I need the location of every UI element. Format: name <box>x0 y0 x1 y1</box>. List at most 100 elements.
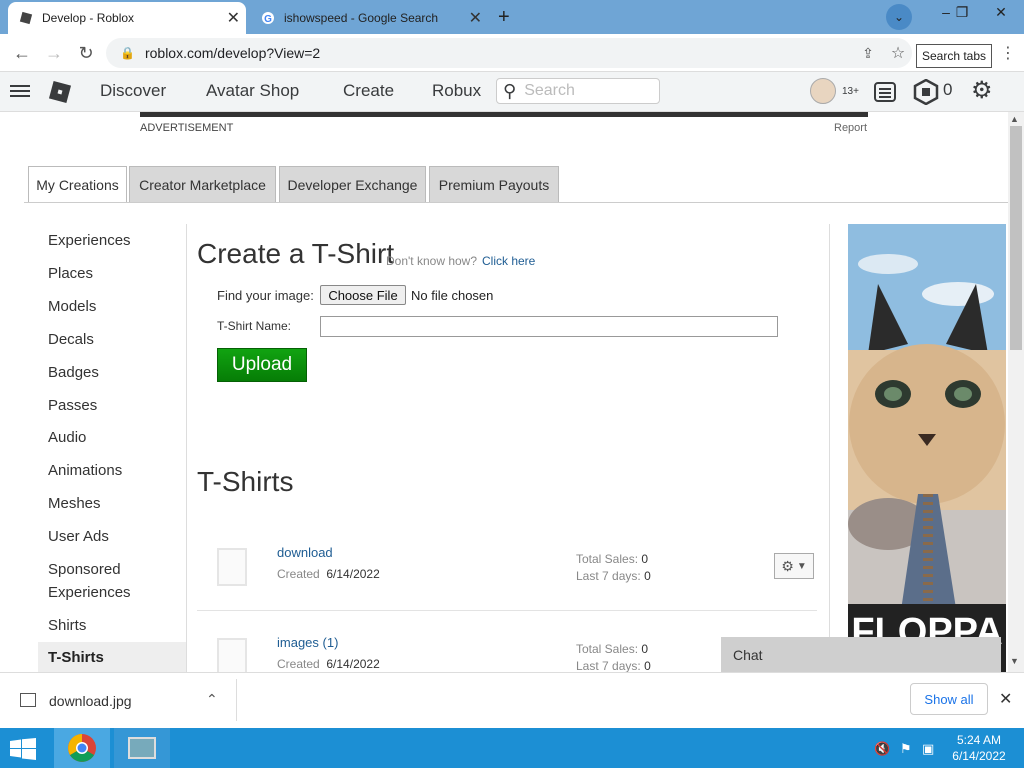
robux-count: 0 <box>943 80 953 99</box>
total-sales-label: Total Sales: <box>576 552 639 566</box>
search-placeholder: Search <box>524 82 575 99</box>
left-nav-user-ads[interactable]: User Ads <box>48 525 109 548</box>
close-window-icon[interactable]: ✕ <box>985 0 1017 24</box>
clock-date: 6/14/2022 <box>952 749 1006 763</box>
item-thumbnail-icon[interactable] <box>217 548 247 586</box>
item-name-link[interactable]: images (1) <box>277 635 338 650</box>
item-created: Created 6/14/2022 <box>277 567 380 581</box>
close-tab-icon[interactable]: ✕ <box>227 8 240 28</box>
tab-google-search[interactable]: G ishowspeed - Google Search ✕ <box>250 2 488 34</box>
left-nav-animations[interactable]: Animations <box>48 459 122 482</box>
left-nav-meshes[interactable]: Meshes <box>48 492 101 515</box>
item-name-link[interactable]: download <box>277 545 333 560</box>
search-input[interactable]: ⚲ Search <box>496 78 660 104</box>
network-icon[interactable]: ⚑ <box>900 741 912 757</box>
left-nav-sponsored-experiences-line2[interactable]: Experiences <box>48 581 131 604</box>
left-nav-places[interactable]: Places <box>48 262 93 285</box>
bookmark-star-icon[interactable]: ☆ <box>886 41 910 65</box>
page-title: Create a T-Shirt <box>197 238 395 269</box>
left-nav-experiences[interactable]: Experiences <box>48 229 131 252</box>
find-image-label: Find your image: <box>217 288 314 303</box>
left-nav-shirts[interactable]: Shirts <box>48 614 86 637</box>
download-options-chevron-icon[interactable]: ⌃ <box>206 691 218 708</box>
restore-icon[interactable]: ❐ <box>946 0 978 24</box>
last-7-days-label: Last 7 days: <box>576 659 641 673</box>
roblox-logo-icon[interactable] <box>48 80 72 109</box>
search-icon: ⚲ <box>503 80 517 101</box>
left-nav-passes[interactable]: Passes <box>48 394 97 417</box>
scroll-up-icon[interactable]: ▲ <box>1010 114 1019 124</box>
choose-file-button[interactable]: Choose File <box>320 285 406 305</box>
close-tab-icon[interactable]: ✕ <box>469 8 482 28</box>
nav-create[interactable]: Create <box>343 81 394 101</box>
created-label: Created <box>277 567 320 581</box>
nav-avatar-shop[interactable]: Avatar Shop <box>206 81 299 101</box>
item-thumbnail-icon[interactable] <box>217 638 247 676</box>
upload-button[interactable]: Upload <box>217 348 307 382</box>
browser-menu-icon[interactable]: ⋮ <box>996 41 1020 65</box>
close-download-bar-icon[interactable]: ✕ <box>999 689 1012 709</box>
click-here-link[interactable]: Click here <box>482 254 535 268</box>
chrome-taskbar-button[interactable] <box>54 728 110 768</box>
left-nav-audio[interactable]: Audio <box>48 426 86 449</box>
address-bar[interactable]: 🔒 roblox.com/develop?View=2 <box>106 38 912 68</box>
left-nav-sponsored-experiences-line1[interactable]: Sponsored <box>48 558 121 581</box>
left-nav-models[interactable]: Models <box>48 295 96 318</box>
left-nav-t-shirts[interactable]: T-Shirts <box>48 646 104 669</box>
total-sales-value: 0 <box>641 552 649 566</box>
windows-taskbar: 🔇 ⚑ ▣ <box>0 728 1024 768</box>
ad-report-link[interactable]: Report <box>834 122 867 134</box>
reload-icon[interactable]: ↻ <box>74 41 98 65</box>
left-nav-divider <box>186 224 187 672</box>
ad-banner[interactable] <box>140 112 868 117</box>
chat-bar[interactable]: Chat <box>721 637 1001 672</box>
chat-label: Chat <box>733 646 763 663</box>
back-icon[interactable]: ← <box>10 41 34 65</box>
control-panel-icon <box>128 737 156 759</box>
action-center-icon[interactable]: ▣ <box>922 741 934 757</box>
tab-title: ishowspeed - Google Search <box>284 11 439 25</box>
tab-develop-roblox[interactable]: Develop - Roblox ✕ <box>8 2 246 34</box>
tab-divider <box>24 202 1008 203</box>
roblox-header: Discover Avatar Shop Create Robux ⚲ Sear… <box>0 72 1024 112</box>
scroll-down-icon[interactable]: ▼ <box>1010 656 1019 666</box>
item-last-7-days: Last 7 days: 0 <box>576 659 651 673</box>
total-sales-label: Total Sales: <box>576 642 639 656</box>
tab-developer-exchange[interactable]: Developer Exchange <box>279 166 426 203</box>
share-icon[interactable]: ⇪ <box>856 41 880 65</box>
item-settings-button[interactable]: ⚙ ▼ <box>774 553 814 579</box>
image-file-icon <box>20 693 36 707</box>
item-last-7-days: Last 7 days: 0 <box>576 569 651 583</box>
nav-robux[interactable]: Robux <box>432 81 481 101</box>
t-shirt-name-input[interactable] <box>320 316 778 337</box>
last-7-days-value: 0 <box>644 569 651 583</box>
download-filename[interactable]: download.jpg <box>49 693 132 709</box>
left-nav-badges[interactable]: Badges <box>48 361 99 384</box>
avatar[interactable] <box>810 78 836 104</box>
scrollbar-thumb[interactable] <box>1010 126 1022 350</box>
windows-start-icon[interactable] <box>10 738 36 765</box>
forward-icon[interactable]: → <box>42 41 66 65</box>
new-tab-icon[interactable]: + <box>498 6 510 29</box>
row-divider <box>197 610 817 611</box>
robux-icon[interactable] <box>913 78 939 110</box>
svg-text:G: G <box>264 14 272 25</box>
tab-my-creations[interactable]: My Creations <box>28 166 127 203</box>
tab-creator-marketplace[interactable]: Creator Marketplace <box>129 166 276 203</box>
tab-premium-payouts[interactable]: Premium Payouts <box>429 166 559 203</box>
show-all-downloads-button[interactable]: Show all <box>910 683 988 715</box>
roblox-favicon-icon <box>18 10 34 26</box>
hamburger-menu-icon[interactable] <box>10 82 30 100</box>
messages-icon[interactable] <box>873 80 897 109</box>
side-ad-image[interactable]: FLOPPA <box>848 224 1006 672</box>
nav-discover[interactable]: Discover <box>100 81 166 101</box>
google-favicon-icon: G <box>260 10 276 26</box>
taskbar-clock[interactable]: 5:24 AM 6/14/2022 <box>946 732 1012 764</box>
no-file-chosen-text: No file chosen <box>411 288 494 303</box>
control-panel-taskbar-button[interactable] <box>114 728 170 768</box>
left-nav-decals[interactable]: Decals <box>48 328 94 351</box>
search-tabs-tooltip: Search tabs <box>916 44 992 68</box>
volume-muted-icon[interactable]: 🔇 <box>874 741 890 757</box>
settings-gear-icon[interactable]: ⚙ <box>971 79 993 103</box>
tab-search-chevron-icon[interactable]: ⌄ <box>886 4 912 30</box>
